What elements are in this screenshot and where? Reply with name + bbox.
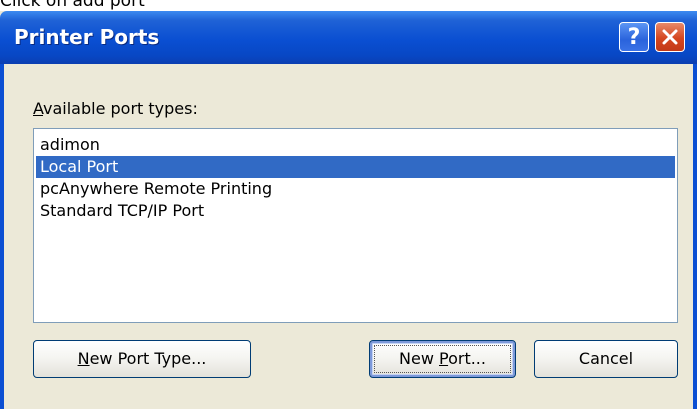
dialog-title: Printer Ports: [14, 25, 160, 49]
new-port-label-rest: ort...: [448, 349, 486, 368]
new-port-button[interactable]: New Port...: [369, 340, 516, 378]
new-port-accelerator: P: [439, 349, 449, 368]
window-frame-left: [0, 64, 4, 409]
new-port-type-button[interactable]: New Port Type...: [33, 340, 251, 378]
new-port-label-prefix: New: [399, 349, 439, 368]
close-icon: [662, 29, 678, 45]
window-frame-right: [693, 64, 697, 409]
label-text: vailable port types:: [43, 99, 198, 118]
available-port-types-label: Available port types:: [33, 99, 198, 118]
list-item-selected[interactable]: Local Port: [36, 156, 675, 178]
new-port-type-accelerator: N: [77, 349, 90, 368]
list-item[interactable]: pcAnywhere Remote Printing: [36, 178, 675, 200]
label-accelerator: A: [33, 99, 44, 118]
caption-text: Click on add port: [0, 0, 145, 11]
help-button[interactable]: ?: [619, 22, 649, 52]
list-item[interactable]: adimon: [36, 134, 675, 156]
close-button[interactable]: [655, 22, 685, 52]
new-port-type-label: ew Port Type...: [89, 349, 207, 368]
cancel-button[interactable]: Cancel: [534, 340, 678, 378]
title-bar[interactable]: Printer Ports ?: [0, 11, 697, 64]
printer-ports-dialog: Printer Ports ? Available port types: ad…: [0, 11, 697, 409]
question-mark-icon: ?: [627, 24, 641, 50]
port-types-list[interactable]: adimon Local Port pcAnywhere Remote Prin…: [33, 128, 678, 323]
list-item[interactable]: Standard TCP/IP Port: [36, 200, 675, 222]
